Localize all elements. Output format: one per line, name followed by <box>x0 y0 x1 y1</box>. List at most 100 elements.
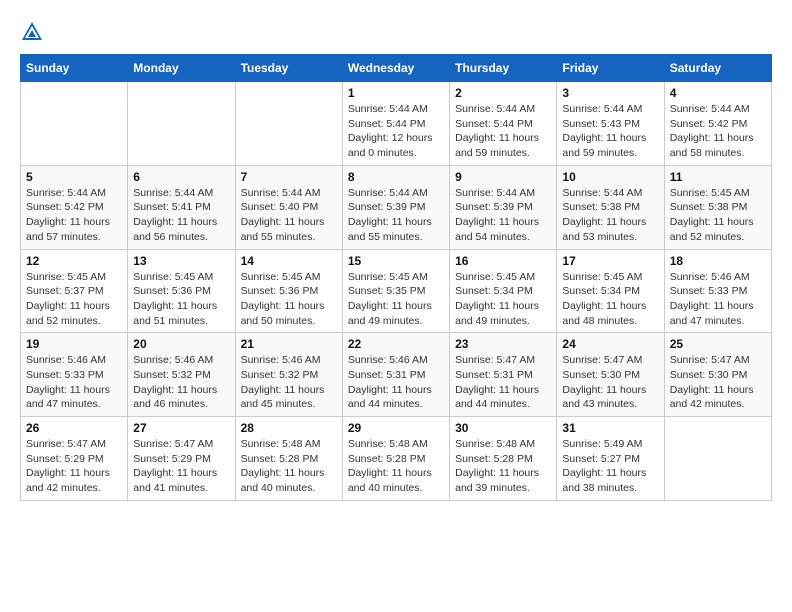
calendar-cell <box>235 82 342 166</box>
calendar-header-row: SundayMondayTuesdayWednesdayThursdayFrid… <box>21 55 772 82</box>
calendar-cell <box>21 82 128 166</box>
calendar-cell <box>128 82 235 166</box>
day-number: 11 <box>670 170 766 184</box>
calendar-cell: 13 Sunrise: 5:45 AM Sunset: 5:36 PM Dayli… <box>128 249 235 333</box>
day-number: 16 <box>455 254 551 268</box>
day-info: Sunrise: 5:45 AM Sunset: 5:38 PM Dayligh… <box>670 186 766 245</box>
day-info: Sunrise: 5:45 AM Sunset: 5:35 PM Dayligh… <box>348 270 444 329</box>
day-number: 19 <box>26 337 122 351</box>
day-info: Sunrise: 5:45 AM Sunset: 5:34 PM Dayligh… <box>562 270 658 329</box>
calendar-cell: 7 Sunrise: 5:44 AM Sunset: 5:40 PM Daylig… <box>235 165 342 249</box>
day-info: Sunrise: 5:46 AM Sunset: 5:32 PM Dayligh… <box>241 353 337 412</box>
calendar-cell: 26 Sunrise: 5:47 AM Sunset: 5:29 PM Dayli… <box>21 417 128 501</box>
day-number: 30 <box>455 421 551 435</box>
column-header-wednesday: Wednesday <box>342 55 449 82</box>
calendar-cell: 8 Sunrise: 5:44 AM Sunset: 5:39 PM Daylig… <box>342 165 449 249</box>
day-info: Sunrise: 5:46 AM Sunset: 5:33 PM Dayligh… <box>670 270 766 329</box>
day-number: 12 <box>26 254 122 268</box>
calendar-cell: 3Sunrise: 5:44 AM Sunset: 5:43 PM Daylig… <box>557 82 664 166</box>
day-info: Sunrise: 5:44 AM Sunset: 5:39 PM Dayligh… <box>348 186 444 245</box>
day-info: Sunrise: 5:48 AM Sunset: 5:28 PM Dayligh… <box>241 437 337 496</box>
calendar-week-row: 1 Sunrise: 5:44 AM Sunset: 5:44 PM Daylig… <box>21 82 772 166</box>
logo <box>20 20 48 44</box>
day-info: Sunrise: 5:47 AM Sunset: 5:31 PM Dayligh… <box>455 353 551 412</box>
day-info: Sunrise: 5:47 AM Sunset: 5:29 PM Dayligh… <box>26 437 122 496</box>
day-number: 15 <box>348 254 444 268</box>
calendar-cell: 6Sunrise: 5:44 AM Sunset: 5:41 PM Daylig… <box>128 165 235 249</box>
calendar-cell: 12 Sunrise: 5:45 AM Sunset: 5:37 PM Dayli… <box>21 249 128 333</box>
day-info: Sunrise: 5:47 AM Sunset: 5:29 PM Dayligh… <box>133 437 229 496</box>
calendar-cell: 29 Sunrise: 5:48 AM Sunset: 5:28 PM Dayli… <box>342 417 449 501</box>
day-number: 28 <box>241 421 337 435</box>
day-number: 27 <box>133 421 229 435</box>
calendar-cell: 17 Sunrise: 5:45 AM Sunset: 5:34 PM Dayli… <box>557 249 664 333</box>
calendar-cell: 27 Sunrise: 5:47 AM Sunset: 5:29 PM Dayli… <box>128 417 235 501</box>
calendar-cell: 19 Sunrise: 5:46 AM Sunset: 5:33 PM Dayli… <box>21 333 128 417</box>
day-number: 17 <box>562 254 658 268</box>
day-number: 7 <box>241 170 337 184</box>
day-number: 9 <box>455 170 551 184</box>
calendar-week-row: 26 Sunrise: 5:47 AM Sunset: 5:29 PM Dayli… <box>21 417 772 501</box>
day-number: 21 <box>241 337 337 351</box>
calendar-cell: 21 Sunrise: 5:46 AM Sunset: 5:32 PM Dayli… <box>235 333 342 417</box>
day-info: Sunrise: 5:44 AM Sunset: 5:44 PM Dayligh… <box>455 102 551 161</box>
day-number: 4 <box>670 86 766 100</box>
calendar-week-row: 12 Sunrise: 5:45 AM Sunset: 5:37 PM Dayli… <box>21 249 772 333</box>
calendar-cell <box>664 417 771 501</box>
calendar-cell: 15 Sunrise: 5:45 AM Sunset: 5:35 PM Dayli… <box>342 249 449 333</box>
day-number: 26 <box>26 421 122 435</box>
calendar-cell: 14 Sunrise: 5:45 AM Sunset: 5:36 PM Dayli… <box>235 249 342 333</box>
calendar-cell: 28 Sunrise: 5:48 AM Sunset: 5:28 PM Dayli… <box>235 417 342 501</box>
calendar-cell: 9Sunrise: 5:44 AM Sunset: 5:39 PM Daylig… <box>450 165 557 249</box>
day-info: Sunrise: 5:47 AM Sunset: 5:30 PM Dayligh… <box>670 353 766 412</box>
calendar-cell: 5 Sunrise: 5:44 AM Sunset: 5:42 PM Daylig… <box>21 165 128 249</box>
day-number: 3 <box>562 86 658 100</box>
calendar-cell: 24 Sunrise: 5:47 AM Sunset: 5:30 PM Dayli… <box>557 333 664 417</box>
column-header-monday: Monday <box>128 55 235 82</box>
day-number: 31 <box>562 421 658 435</box>
calendar-cell: 22 Sunrise: 5:46 AM Sunset: 5:31 PM Dayli… <box>342 333 449 417</box>
day-info: Sunrise: 5:44 AM Sunset: 5:42 PM Dayligh… <box>26 186 122 245</box>
day-number: 22 <box>348 337 444 351</box>
day-info: Sunrise: 5:47 AM Sunset: 5:30 PM Dayligh… <box>562 353 658 412</box>
calendar-cell: 30Sunrise: 5:48 AM Sunset: 5:28 PM Dayli… <box>450 417 557 501</box>
page-header <box>20 20 772 44</box>
column-header-friday: Friday <box>557 55 664 82</box>
day-number: 23 <box>455 337 551 351</box>
column-header-sunday: Sunday <box>21 55 128 82</box>
calendar-cell: 20 Sunrise: 5:46 AM Sunset: 5:32 PM Dayli… <box>128 333 235 417</box>
day-info: Sunrise: 5:44 AM Sunset: 5:41 PM Dayligh… <box>133 186 229 245</box>
calendar-cell: 10 Sunrise: 5:44 AM Sunset: 5:38 PM Dayli… <box>557 165 664 249</box>
day-info: Sunrise: 5:44 AM Sunset: 5:40 PM Dayligh… <box>241 186 337 245</box>
calendar-cell: 1Sunrise: 5:44 AM Sunset: 5:44 PM Daylig… <box>342 82 449 166</box>
day-info: Sunrise: 5:45 AM Sunset: 5:36 PM Dayligh… <box>241 270 337 329</box>
day-number: 29 <box>348 421 444 435</box>
day-number: 20 <box>133 337 229 351</box>
day-info: Sunrise: 5:46 AM Sunset: 5:31 PM Dayligh… <box>348 353 444 412</box>
day-number: 5 <box>26 170 122 184</box>
calendar-week-row: 19 Sunrise: 5:46 AM Sunset: 5:33 PM Dayli… <box>21 333 772 417</box>
calendar-cell: 16 Sunrise: 5:45 AM Sunset: 5:34 PM Dayli… <box>450 249 557 333</box>
day-info: Sunrise: 5:45 AM Sunset: 5:34 PM Dayligh… <box>455 270 551 329</box>
day-info: Sunrise: 5:45 AM Sunset: 5:37 PM Dayligh… <box>26 270 122 329</box>
day-number: 8 <box>348 170 444 184</box>
day-info: Sunrise: 5:44 AM Sunset: 5:38 PM Dayligh… <box>562 186 658 245</box>
calendar-cell: 31Sunrise: 5:49 AM Sunset: 5:27 PM Dayli… <box>557 417 664 501</box>
day-number: 13 <box>133 254 229 268</box>
calendar-cell: 25Sunrise: 5:47 AM Sunset: 5:30 PM Dayli… <box>664 333 771 417</box>
column-header-saturday: Saturday <box>664 55 771 82</box>
day-number: 1 <box>348 86 444 100</box>
day-number: 14 <box>241 254 337 268</box>
day-number: 24 <box>562 337 658 351</box>
calendar-cell: 2Sunrise: 5:44 AM Sunset: 5:44 PM Daylig… <box>450 82 557 166</box>
day-number: 10 <box>562 170 658 184</box>
logo-icon <box>20 20 44 44</box>
calendar-cell: 4Sunrise: 5:44 AM Sunset: 5:42 PM Daylig… <box>664 82 771 166</box>
column-header-tuesday: Tuesday <box>235 55 342 82</box>
column-header-thursday: Thursday <box>450 55 557 82</box>
day-info: Sunrise: 5:46 AM Sunset: 5:33 PM Dayligh… <box>26 353 122 412</box>
day-info: Sunrise: 5:46 AM Sunset: 5:32 PM Dayligh… <box>133 353 229 412</box>
day-info: Sunrise: 5:48 AM Sunset: 5:28 PM Dayligh… <box>348 437 444 496</box>
calendar-cell: 18Sunrise: 5:46 AM Sunset: 5:33 PM Dayli… <box>664 249 771 333</box>
day-info: Sunrise: 5:45 AM Sunset: 5:36 PM Dayligh… <box>133 270 229 329</box>
